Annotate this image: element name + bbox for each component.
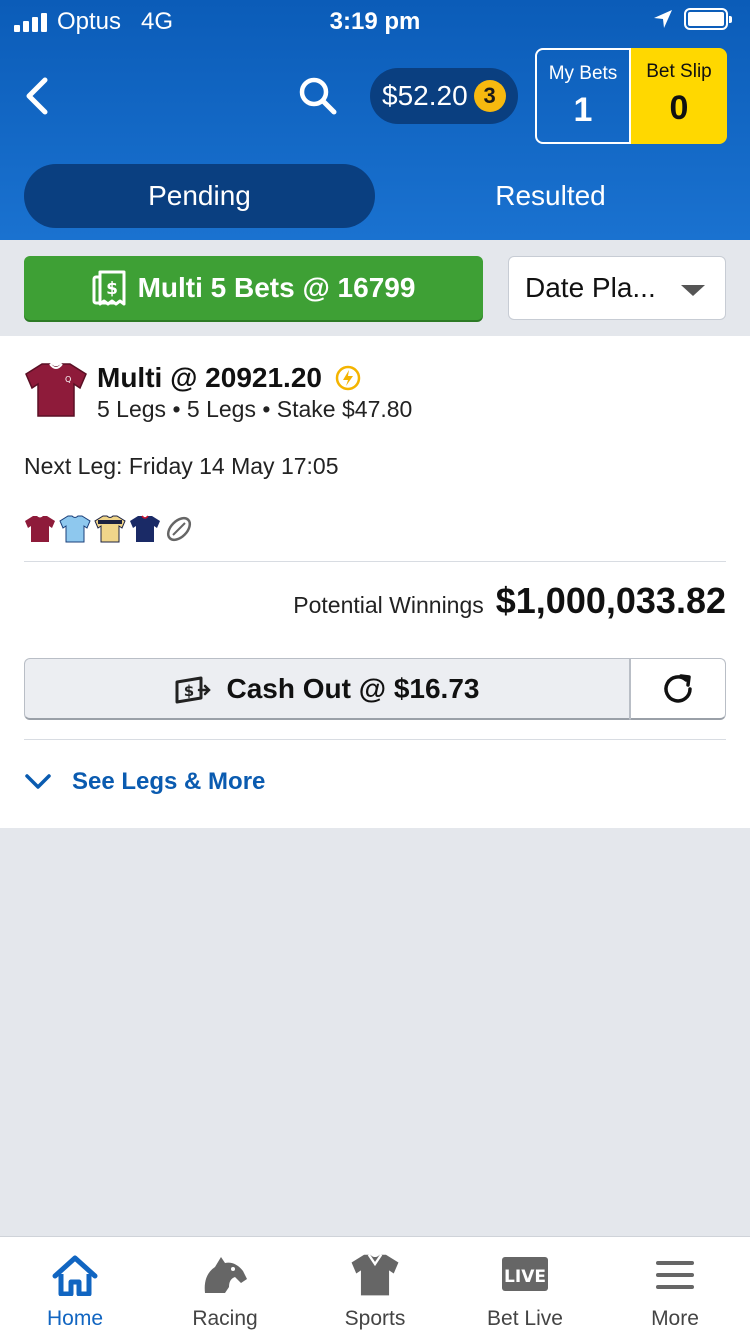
navy-red-jersey-icon [130,515,160,542]
divider [24,561,726,562]
svg-text:$: $ [183,682,193,700]
bet-slip-button[interactable]: Bet Slip 0 [631,48,727,144]
navy-gold-jersey-icon [94,515,126,543]
next-leg-text: Next Leg: Friday 14 May 17:05 [24,453,339,479]
chevron-down-icon [25,774,51,789]
tab-pending[interactable]: Pending [24,164,375,228]
potential-winnings: Potential Winnings $1,000,033.82 [293,580,726,622]
jersey-icon [351,1254,399,1296]
football-icon [166,516,192,542]
lightning-icon [335,365,361,391]
nav-sports-label: Sports [344,1307,406,1330]
home-icon [52,1255,98,1296]
maroon-jersey-icon [25,516,55,542]
nav-home-label: Home [46,1307,104,1330]
divider [24,739,726,740]
search-button[interactable] [296,74,340,118]
bets-tabs: Pending Resulted [24,164,726,228]
potential-winnings-label: Potential Winnings [293,592,484,618]
nav-more-label: More [651,1307,699,1330]
svg-text:Q: Q [65,375,71,384]
receipt-dollar-icon: $ [92,270,126,306]
my-bets-button[interactable]: My Bets 1 [535,48,631,144]
bet-title: Multi @ 20921.20 [97,362,362,394]
refresh-icon [664,673,692,703]
bet-slip-count: 0 [669,89,689,127]
bet-slip-label: Bet Slip [646,61,712,82]
status-bar: Optus 4G 3:19 pm [0,0,750,42]
sort-select[interactable]: Date Pla... [508,256,726,320]
my-bets-label: My Bets [548,63,618,84]
nav-home[interactable]: Home [0,1237,150,1334]
bet-card: Q Multi @ 20921.20 5 Legs • 5 Legs • Sta… [0,336,750,828]
balance-amount: $52.20 [382,80,468,111]
sky-blue-jersey-icon [59,515,91,543]
cash-out-label: Cash Out @ $16.73 [226,672,480,704]
potential-winnings-amount: $1,000,033.82 [495,580,726,621]
multi-bets-label: Multi 5 Bets @ 16799 [137,272,416,303]
bet-subtitle: 5 Legs • 5 Legs • Stake $47.80 [97,396,413,422]
nav-bet-live-label: Bet Live [487,1307,563,1330]
horse-icon [204,1257,247,1293]
maroon-jersey-icon: Q [25,363,87,417]
nav-racing[interactable]: Racing [150,1237,300,1334]
live-icon: LIVE [502,1257,548,1291]
my-bets-count: 1 [573,91,593,129]
nav-sports[interactable]: Sports [300,1237,450,1334]
svg-text:LIVE: LIVE [504,1267,546,1287]
search-icon [299,77,337,115]
see-legs-toggle[interactable]: See Legs & More [24,768,265,796]
account-balance-button[interactable]: $52.20 3 [370,68,518,124]
clock: 3:19 pm [329,8,421,35]
sort-select-value: Date Pla... [525,272,656,303]
filter-bar: $ Multi 5 Bets @ 16799 Date Pla... [0,240,750,336]
cash-out-icon: $ [175,676,211,703]
cash-out-button[interactable]: $ Cash Out @ $16.73 [24,658,630,720]
back-button[interactable] [16,74,56,118]
tab-resulted[interactable]: Resulted [375,164,726,228]
see-legs-label: See Legs & More [72,768,266,795]
refresh-button[interactable] [630,658,726,720]
app-header: Optus 4G 3:19 pm $52.20 3 My Bets 1 Bet … [0,0,750,240]
nav-bet-live[interactable]: LIVE Bet Live [450,1237,600,1334]
chevron-left-icon [26,77,48,115]
leg-jerseys [24,514,194,544]
bet-title-text: Multi @ 20921.20 [97,362,322,393]
bottom-nav: Home Racing Sports LIVE Bet Live More [0,1236,750,1334]
svg-text:$: $ [106,279,118,299]
menu-icon [656,1261,694,1289]
nav-more[interactable]: More [600,1237,750,1334]
multi-bets-button[interactable]: $ Multi 5 Bets @ 16799 [24,256,483,320]
nav-racing-label: Racing [192,1307,258,1330]
battery-icon [684,8,732,30]
notification-badge: 3 [473,80,506,112]
chevron-down-icon [681,285,705,296]
location-arrow-icon [654,10,672,28]
